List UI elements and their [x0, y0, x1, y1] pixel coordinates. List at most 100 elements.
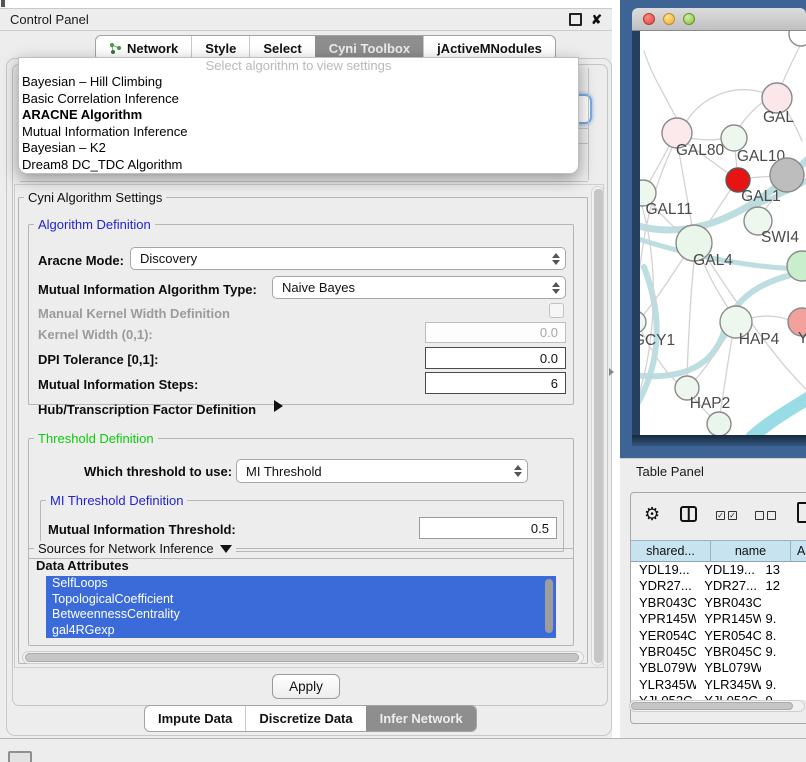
attribute-list-item[interactable]: gal4RGexp	[46, 623, 556, 639]
aracne-mode-combo[interactable]: Discovery	[130, 247, 566, 270]
node-label-swi4: SWI4	[761, 229, 799, 246]
table-cell: YDR27...	[631, 578, 696, 594]
node-label-gal80: GAL80	[676, 142, 725, 159]
stepper-icon	[551, 282, 560, 294]
network-view-canvas[interactable]: GALGAL80GAL10GAL1GAL11SWI4GAL4GCY1HAP4YH…	[632, 31, 806, 435]
gear-icon[interactable]: ⚙	[644, 505, 660, 523]
table-row[interactable]: YPR145WYPR145W9.	[631, 611, 806, 627]
minimize-traffic-light-icon[interactable]	[663, 13, 675, 25]
kernel-width-field[interactable]: 0.0	[425, 322, 566, 343]
table-body[interactable]: YDL19...YDL19...13YDR27...YDR27...12YBR0…	[631, 562, 806, 700]
dropdown-item[interactable]: Dream8 DC_TDC Algorithm	[19, 157, 578, 174]
mi-type-combo[interactable]: Naive Bayes	[272, 276, 566, 299]
table-horizontal-scrollbar[interactable]	[629, 700, 805, 712]
scrollbar-thumb[interactable]	[631, 702, 793, 710]
network-graph[interactable]: GALGAL80GAL10GAL1GAL11SWI4GAL4GCY1HAP4YH…	[632, 31, 806, 435]
split-divider-arrow-icon[interactable]	[609, 368, 614, 376]
document-icon[interactable]	[797, 502, 806, 523]
table-row[interactable]: YDR27...YDR27...12	[631, 578, 806, 594]
scrollbar-thumb[interactable]	[594, 189, 603, 663]
table-row[interactable]: YBR045CYBR045C9.	[631, 644, 806, 660]
manual-kernel-checkbox[interactable]	[549, 303, 564, 318]
table-cell: YDR27...	[696, 578, 761, 594]
table-cell: YBR045C	[696, 644, 761, 660]
tab-label: Select	[263, 41, 301, 56]
table-cell: 8.	[761, 628, 806, 644]
column-header[interactable]: A	[791, 540, 806, 562]
table-cell: YBR043C	[631, 595, 696, 611]
dropdown-item[interactable]: Basic Correlation Inference	[19, 91, 578, 108]
zoom-traffic-light-icon[interactable]	[683, 13, 695, 25]
table-row[interactable]: YDL19...YDL19...13	[631, 562, 806, 578]
sources-legend[interactable]: Sources for Network Inference	[34, 541, 236, 556]
attribute-list-item[interactable]: SelfLoops	[46, 576, 556, 592]
tab-label: Impute Data	[158, 711, 232, 726]
table-row[interactable]: YBR043CYBR043C	[631, 595, 806, 611]
table-cell: YBL079W	[696, 660, 761, 676]
node-label-gal4: GAL4	[693, 252, 733, 269]
mi-steps-field[interactable]: 6	[425, 372, 566, 394]
apply-button[interactable]: Apply	[272, 674, 340, 699]
column-header[interactable]: name	[711, 540, 791, 562]
network-edge	[751, 316, 789, 320]
dropdown-item[interactable]: Bayesian – K2	[19, 140, 578, 157]
collapse-arrow-icon[interactable]	[220, 545, 232, 553]
scrollbar-thumb[interactable]	[25, 653, 579, 662]
checked-pair-icon[interactable]: ✓✓	[716, 511, 737, 520]
settings-horizontal-scrollbar[interactable]	[22, 651, 584, 664]
attribute-list-item[interactable]: TopologicalCoefficient	[46, 592, 556, 608]
dropdown-item[interactable]: ARACNE Algorithm	[19, 107, 578, 124]
table-row[interactable]: YER054CYER054C8.	[631, 628, 806, 644]
sources-legend-text: Sources for Network Inference	[38, 541, 214, 556]
table-header[interactable]: shared...nameA	[631, 540, 806, 562]
tab-infer-network[interactable]: Infer Network	[366, 706, 476, 731]
close-traffic-light-icon[interactable]	[643, 13, 655, 25]
control-panel-title: Control Panel	[10, 12, 89, 27]
hub-section-label[interactable]: Hub/Transcription Factor Definition	[38, 402, 256, 417]
tab-discretize-data[interactable]: Discretize Data	[245, 706, 365, 731]
expand-arrow-icon[interactable]	[274, 400, 283, 412]
control-panel-titlebar: Control Panel ✘	[0, 9, 612, 31]
table-row[interactable]: YJL052CYJL052C9	[631, 693, 806, 700]
column-header[interactable]: shared...	[631, 540, 711, 562]
table-cell: YLR345W	[696, 677, 761, 693]
mi-steps-label: Mutual Information Steps:	[38, 377, 198, 392]
algorithm-dropdown-popup: Select algorithm to view settings Bayesi…	[18, 57, 579, 174]
aracne-mode-value: Discovery	[140, 251, 197, 266]
network-edge	[782, 44, 801, 84]
dropdown-item[interactable]: Bayesian – Hill Climbing	[19, 74, 578, 91]
network-window-titlebar[interactable]	[632, 8, 806, 31]
dpi-tolerance-field[interactable]: 0.0	[425, 347, 566, 369]
list-scrollbar-thumb[interactable]	[545, 579, 553, 633]
columns-icon[interactable]	[680, 506, 697, 522]
table-row[interactable]: YBL079WYBL079W	[631, 660, 806, 676]
settings-vertical-scrollbar[interactable]	[591, 186, 604, 666]
node-label-hap4: HAP4	[739, 331, 780, 348]
table-row[interactable]: YLR345WYLR345W9.	[631, 677, 806, 693]
network-edge	[687, 90, 764, 121]
table-cell: 9.	[761, 611, 806, 627]
unchecked-pair-icon[interactable]	[755, 511, 776, 520]
mit-field[interactable]: 0.5	[419, 517, 557, 539]
node-top-edge[interactable]	[789, 31, 806, 46]
close-icon[interactable]: ✘	[591, 15, 602, 25]
tab-impute-data[interactable]: Impute Data	[145, 706, 245, 731]
float-icon[interactable]	[569, 13, 582, 26]
attribute-list-item[interactable]: BetweennessCentrality	[46, 607, 556, 623]
node-bottom-green[interactable]	[707, 412, 731, 435]
mi-type-label: Mutual Information Algorithm Type:	[38, 282, 257, 297]
table-cell: 12	[761, 578, 806, 594]
dropdown-item[interactable]: Mutual Information Inference	[19, 124, 578, 141]
dropdown-item-list: Bayesian – Hill ClimbingBasic Correlatio…	[19, 74, 578, 173]
panel-corner-icon[interactable]	[8, 751, 32, 762]
mi-type-value: Naive Bayes	[282, 280, 355, 295]
network-icon	[109, 42, 122, 55]
which-threshold-value: MI Threshold	[246, 464, 322, 479]
network-edge	[690, 138, 724, 140]
threshold-definition-legend: Threshold Definition	[34, 431, 158, 446]
node-gray[interactable]	[770, 158, 804, 192]
mi-steps-value: 6	[551, 376, 558, 391]
table-cell: YER054C	[631, 628, 696, 644]
data-attributes-list[interactable]: SelfLoopsTopologicalCoefficientBetweenne…	[46, 576, 556, 638]
which-threshold-combo[interactable]: MI Threshold	[236, 459, 528, 483]
